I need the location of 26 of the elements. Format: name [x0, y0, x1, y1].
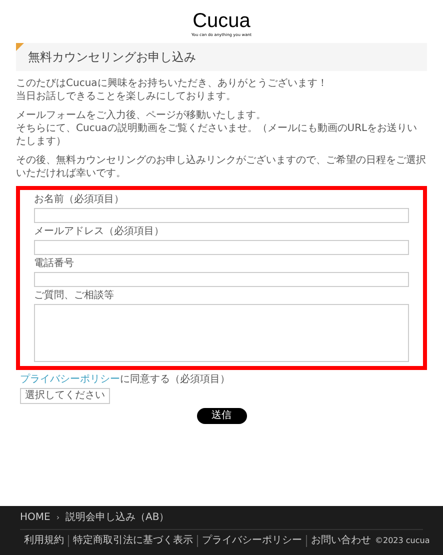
intro-text-line: メールフォームをご入力後、ページが移動いたします。: [16, 109, 267, 122]
footer-link[interactable]: お問い合わせ: [306, 535, 375, 547]
intro-text-line: その後、無料カウンセリングのお申し込みリンクがございますので、ご希望の日程をご選択いただければ幸いです。: [16, 154, 427, 180]
inquiry-textarea[interactable]: [34, 304, 409, 362]
field-label: 電話番号: [34, 258, 75, 270]
intro-text-line: このたびはCucuaに興味をお持ちいただき、ありがとうございます！: [16, 77, 328, 90]
breadcrumb-separator: ›: [56, 512, 60, 524]
breadcrumb-link[interactable]: 説明会申し込み（AB）: [66, 512, 170, 524]
intro-text-line: そちらにて、Cucuaの説明動画をご覧くださいませ。（メールにも動画のURLをお送りいたします）: [16, 122, 418, 148]
breadcrumb-link[interactable]: HOME: [20, 512, 50, 524]
page-heading: 無料カウンセリングお申し込み: [16, 43, 427, 71]
footer-link[interactable]: 特定商取引法に基づく表示: [68, 535, 197, 547]
logo-text: Cucua: [192, 10, 250, 32]
footer-link[interactable]: 利用規約: [20, 535, 68, 547]
input-field[interactable]: [34, 208, 409, 223]
footer-link[interactable]: プライバシーポリシー: [197, 535, 306, 547]
copyright-text: ©2023 cucua: [375, 535, 430, 547]
submit-button[interactable]: 送信: [196, 408, 246, 424]
consent-label: プライバシーポリシーに同意する（必須項目）: [20, 374, 231, 386]
field-label: ご質問、ご相談等: [34, 290, 115, 302]
field-label: メールアドレス（必須項目）: [34, 226, 165, 238]
field-label: お名前（必須項目）: [34, 194, 125, 206]
input-field[interactable]: [34, 240, 409, 255]
intro-text-line: 当日お話しできることを楽しみにしております。: [16, 90, 237, 103]
input-field[interactable]: [34, 272, 409, 287]
consent-select[interactable]: 選択してください: [20, 388, 110, 404]
